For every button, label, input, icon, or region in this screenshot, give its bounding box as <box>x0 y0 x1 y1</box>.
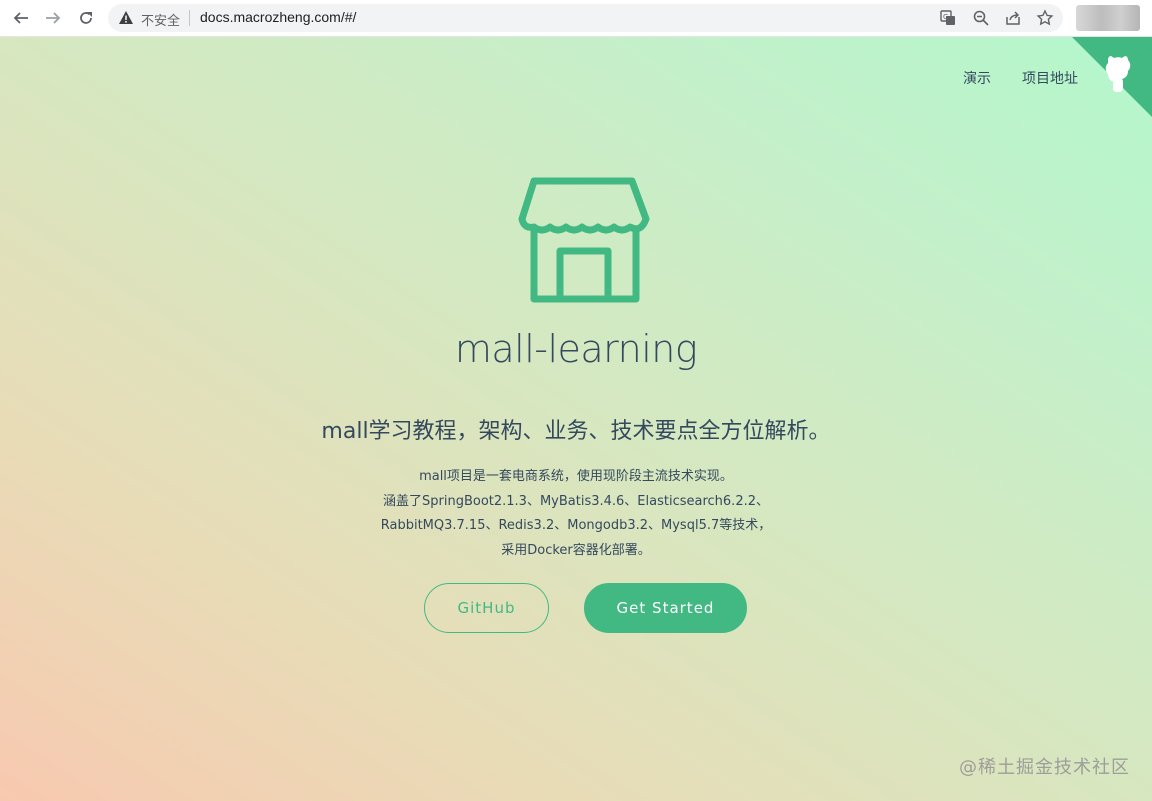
address-bar[interactable]: 不安全 docs.macrozheng.com/#/ G <box>108 4 1063 32</box>
store-logo-icon <box>518 177 650 303</box>
top-nav: 演示 项目地址 <box>963 68 1078 88</box>
url-text[interactable]: docs.macrozheng.com/#/ <box>200 9 356 25</box>
bookmark-star-icon[interactable] <box>1036 9 1054 27</box>
forward-button[interactable] <box>43 8 63 28</box>
nav-item-project-address[interactable]: 项目地址 <box>1022 68 1078 88</box>
page-title: mall-learning <box>454 327 698 371</box>
back-icon <box>13 12 28 24</box>
nav-item-demo[interactable]: 演示 <box>963 68 991 88</box>
browser-toolbar: 不安全 docs.macrozheng.com/#/ G <box>0 0 1152 37</box>
description-line: mall项目是一套电商系统，使用现阶段主流技术实现。 <box>419 469 733 484</box>
page-content: 演示 项目地址 mall-learning mall学习教程，架构、业务、技术要… <box>0 37 1152 801</box>
share-icon[interactable] <box>1004 9 1022 27</box>
omnibox-separator <box>189 10 190 26</box>
watermark: @稀土掘金技术社区 <box>959 757 1130 778</box>
profile-avatar[interactable] <box>1076 5 1140 31</box>
github-corner-icon[interactable] <box>1072 37 1152 117</box>
svg-text:G: G <box>943 13 948 21</box>
description-line: RabbitMQ3.7.15、Redis3.2、Mongodb3.2、Mysql… <box>380 518 772 533</box>
zoom-icon[interactable] <box>972 9 990 27</box>
github-button[interactable]: GitHub <box>424 583 549 633</box>
back-button[interactable] <box>11 8 31 28</box>
forward-icon <box>46 12 61 24</box>
description-line: 涵盖了SpringBoot2.1.3、MyBatis3.4.6、Elastics… <box>383 493 769 509</box>
translate-icon[interactable]: G <box>939 9 957 27</box>
tagline: mall学习教程，架构、业务、技术要点全方位解析。 <box>321 419 831 444</box>
get-started-button[interactable]: Get Started <box>584 583 747 633</box>
description-line: 采用Docker容器化部署。 <box>501 542 651 558</box>
reload-icon <box>80 12 92 24</box>
reload-button[interactable] <box>76 8 96 28</box>
description: mall项目是一套电商系统，使用现阶段主流技术实现。 涵盖了SpringBoot… <box>0 465 1152 563</box>
warning-icon[interactable] <box>118 10 134 26</box>
security-label[interactable]: 不安全 <box>141 10 180 29</box>
